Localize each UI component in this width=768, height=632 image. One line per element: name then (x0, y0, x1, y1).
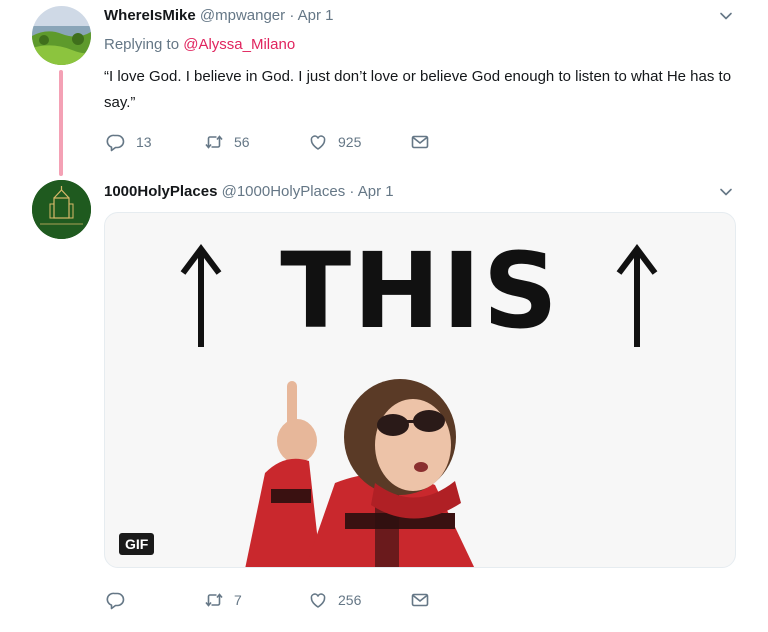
like-button[interactable]: 925 (308, 130, 361, 154)
like-count: 256 (338, 592, 362, 608)
tweet-actions: 7 256 (104, 588, 704, 612)
gif-media[interactable]: THIS GIF (104, 212, 736, 568)
retweet-count: 56 (234, 134, 250, 150)
direct-message-button[interactable] (410, 588, 430, 612)
retweet-button[interactable]: 56 (204, 130, 250, 154)
retweet-icon (205, 135, 223, 149)
heart-icon (310, 593, 326, 608)
tweet-date[interactable]: Apr 1 (298, 7, 334, 24)
tweet-mpwanger[interactable]: WhereIsMike @mpwanger · Apr 1 Replying t… (0, 0, 768, 176)
reply-button[interactable]: 13 (106, 130, 152, 154)
user-handle[interactable]: @mpwanger (200, 7, 285, 24)
gif-badge: GIF (119, 533, 155, 555)
reply-icon (106, 134, 125, 152)
envelope-icon (411, 135, 429, 149)
pointing-person-illustration (245, 379, 475, 567)
reply-count: 13 (136, 134, 152, 150)
reply-icon (106, 592, 125, 610)
display-name[interactable]: 1000HolyPlaces (104, 183, 217, 200)
arrow-up-icon (616, 244, 658, 347)
replying-to-line: Replying to @Alyssa_Milano (104, 36, 295, 53)
tweet-text: “I love God. I believe in God. I just do… (104, 68, 732, 111)
avatar-mpwanger[interactable] (32, 6, 91, 65)
envelope-icon (411, 593, 429, 607)
heart-icon (310, 135, 326, 150)
tweet-header: 1000HolyPlaces @1000HolyPlaces · Apr 1 (104, 182, 394, 202)
direct-message-button[interactable] (410, 130, 430, 154)
separator-dot: · (289, 7, 295, 24)
retweet-icon (205, 593, 223, 607)
reply-button[interactable] (106, 588, 136, 612)
retweet-button[interactable]: 7 (204, 588, 242, 612)
avatar-1000holyplaces[interactable] (32, 180, 91, 239)
tweet-header: WhereIsMike @mpwanger · Apr 1 (104, 6, 334, 26)
tweet-1000holyplaces[interactable]: 1000HolyPlaces @1000HolyPlaces · Apr 1 T… (0, 176, 768, 632)
mention-link[interactable]: @Alyssa_Milano (183, 36, 295, 53)
thread-connector-line (59, 70, 63, 176)
like-button[interactable]: 256 (308, 588, 361, 612)
avatar-building-logo (32, 180, 91, 239)
replying-to-label: Replying to (104, 36, 180, 53)
tweet-actions: 13 56 925 (104, 130, 704, 154)
separator-dot: · (349, 183, 355, 200)
display-name[interactable]: WhereIsMike (104, 7, 196, 24)
avatar-landscape-image (32, 6, 91, 65)
user-handle[interactable]: @1000HolyPlaces (222, 183, 346, 200)
retweet-count: 7 (234, 592, 242, 608)
like-count: 925 (338, 134, 362, 150)
chevron-down-icon[interactable] (718, 184, 734, 200)
tweet-date[interactable]: Apr 1 (358, 183, 394, 200)
chevron-down-icon[interactable] (718, 8, 734, 24)
